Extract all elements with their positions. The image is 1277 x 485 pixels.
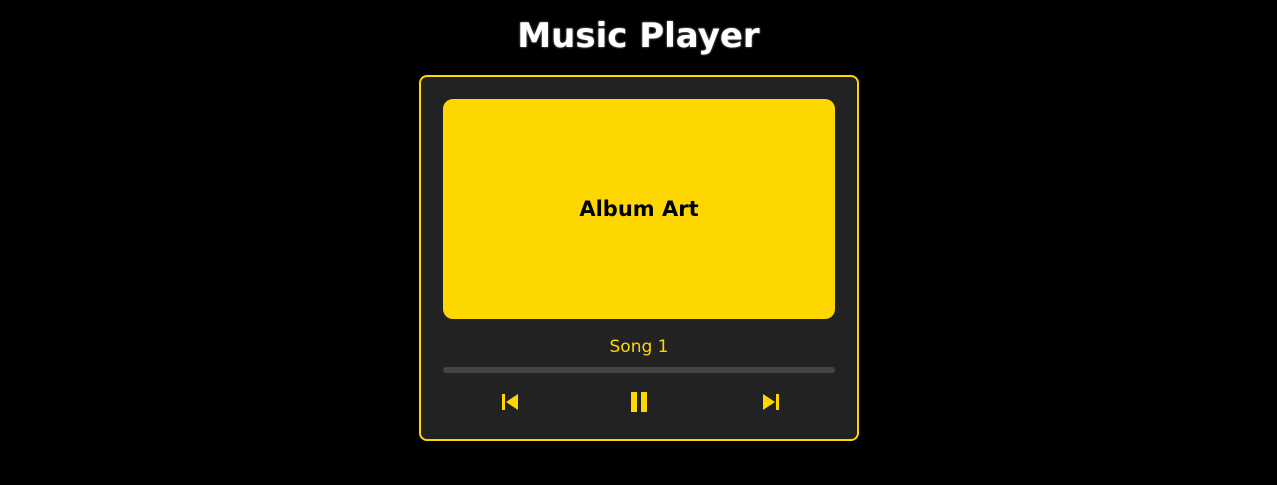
music-player-page: Music Player Album Art Song 1	[0, 0, 1277, 485]
page-title: Music Player	[517, 16, 760, 56]
progress-bar[interactable]	[443, 367, 835, 373]
playback-controls	[421, 387, 857, 417]
previous-button[interactable]	[495, 387, 525, 417]
album-art: Album Art	[443, 99, 835, 319]
skip-next-icon	[763, 394, 779, 410]
song-title: Song 1	[609, 337, 669, 357]
player-card: Album Art Song 1	[419, 75, 859, 441]
pause-icon	[631, 392, 647, 412]
pause-button[interactable]	[624, 387, 654, 417]
album-art-label: Album Art	[579, 197, 699, 221]
skip-previous-icon	[502, 394, 518, 410]
next-button[interactable]	[756, 387, 786, 417]
